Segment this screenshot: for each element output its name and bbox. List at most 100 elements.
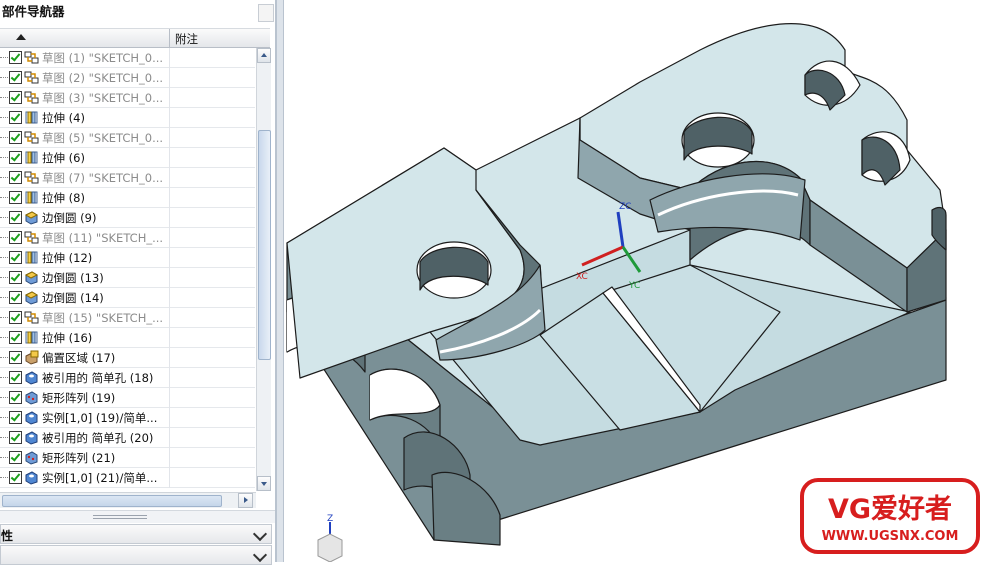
tree-row[interactable]: 草图 (3) "SKETCH_0... [0, 88, 255, 108]
tree-row[interactable]: 偏置区域 (17) [0, 348, 255, 368]
scroll-up-button[interactable] [257, 48, 271, 63]
row-column-divider [169, 168, 170, 188]
visibility-checkbox[interactable] [9, 251, 22, 264]
tree-row[interactable]: 草图 (5) "SKETCH_0... [0, 128, 255, 148]
visibility-checkbox[interactable] [9, 191, 22, 204]
properties-panel-title: 性 [1, 529, 14, 543]
horizontal-scroll-thumb[interactable] [2, 495, 222, 507]
zc-label: ZC [619, 202, 631, 212]
scroll-thumb[interactable] [258, 130, 271, 360]
visibility-checkbox[interactable] [9, 411, 22, 424]
note-column-header[interactable]: 附注 [175, 31, 198, 47]
tree-connector [0, 377, 8, 378]
visibility-checkbox[interactable] [9, 111, 22, 124]
row-column-divider [169, 368, 170, 388]
chevron-down-icon[interactable] [252, 526, 268, 542]
tree-row[interactable]: 草图 (1) "SKETCH_0... [0, 48, 255, 68]
tree-connector [0, 217, 8, 218]
tree-row[interactable]: 实例[1,0] (19)/简单... [0, 408, 255, 428]
tree-connector [0, 117, 8, 118]
tree-connector [0, 477, 8, 478]
row-column-divider [169, 348, 170, 368]
row-column-divider [169, 108, 170, 128]
visibility-checkbox[interactable] [9, 451, 22, 464]
tree-row[interactable]: 草图 (15) "SKETCH_... [0, 308, 255, 328]
tree-connector [0, 257, 8, 258]
visibility-checkbox[interactable] [9, 151, 22, 164]
tree-row[interactable]: 被引用的 简单孔 (18) [0, 368, 255, 388]
view-cube-icon[interactable] [317, 533, 343, 562]
visibility-checkbox[interactable] [9, 211, 22, 224]
watermark-url: WWW.UGSNX.COM [822, 529, 959, 544]
navigator-pin-button[interactable] [258, 4, 274, 22]
row-column-divider [169, 468, 170, 488]
tree-row[interactable]: 拉伸 (8) [0, 188, 255, 208]
tree-row[interactable]: 草图 (11) "SKETCH_... [0, 228, 255, 248]
visibility-checkbox[interactable] [9, 131, 22, 144]
tree-connector [0, 97, 8, 98]
tree-row[interactable]: 边倒圆 (13) [0, 268, 255, 288]
scroll-down-button[interactable] [257, 476, 271, 491]
visibility-checkbox[interactable] [9, 71, 22, 84]
visibility-checkbox[interactable] [9, 371, 22, 384]
tree-row[interactable]: 矩形阵列 (21) [0, 448, 255, 468]
hole-icon [24, 410, 39, 425]
tree-connector [0, 397, 8, 398]
tree-row[interactable]: 草图 (7) "SKETCH_0... [0, 168, 255, 188]
yc-label: YC [628, 281, 640, 291]
row-column-divider [169, 148, 170, 168]
visibility-checkbox[interactable] [9, 471, 22, 484]
tree-row[interactable]: 拉伸 (6) [0, 148, 255, 168]
tree-connector [0, 137, 8, 138]
tree-connector [0, 177, 8, 178]
tree-row[interactable]: 拉伸 (12) [0, 248, 255, 268]
visibility-checkbox[interactable] [9, 331, 22, 344]
row-column-divider [169, 288, 170, 308]
vertical-scrollbar[interactable] [256, 48, 271, 491]
visibility-checkbox[interactable] [9, 311, 22, 324]
visibility-checkbox[interactable] [9, 351, 22, 364]
tree-row[interactable]: 矩形阵列 (19) [0, 388, 255, 408]
visibility-checkbox[interactable] [9, 171, 22, 184]
tree-row[interactable]: 边倒圆 (9) [0, 208, 255, 228]
row-column-divider [169, 308, 170, 328]
visibility-checkbox[interactable] [9, 291, 22, 304]
tree-connector [0, 317, 8, 318]
extrude-icon [24, 250, 39, 265]
tree-row[interactable]: 被引用的 简单孔 (20) [0, 428, 255, 448]
scroll-right-button[interactable] [238, 493, 253, 508]
feature-label: 拉伸 (6) [42, 151, 85, 165]
tree-row[interactable]: 拉伸 (4) [0, 108, 255, 128]
tree-row[interactable]: 实例[1,0] (21)/简单... [0, 468, 255, 488]
splitter-grip[interactable] [93, 515, 147, 519]
sort-ascending-icon[interactable] [16, 34, 26, 40]
tree-row[interactable]: 草图 (2) "SKETCH_0... [0, 68, 255, 88]
second-panel-header[interactable] [0, 545, 272, 565]
chevron-down-icon[interactable] [252, 547, 268, 563]
pane-separator[interactable] [276, 0, 284, 562]
tree-row[interactable]: 边倒圆 (14) [0, 288, 255, 308]
feature-label: 拉伸 (12) [42, 251, 93, 265]
horizontal-scrollbar[interactable] [0, 492, 256, 508]
hole-icon [24, 430, 39, 445]
column-divider[interactable] [169, 29, 170, 48]
tree-row[interactable]: 拉伸 (16) [0, 328, 255, 348]
feature-label: 矩形阵列 (21) [42, 451, 116, 465]
pattern-icon [24, 390, 39, 405]
offset-region-icon [24, 350, 39, 365]
feature-label: 被引用的 简单孔 (18) [42, 371, 154, 385]
row-column-divider [169, 248, 170, 268]
tree-connector [0, 457, 8, 458]
visibility-checkbox[interactable] [9, 431, 22, 444]
visibility-checkbox[interactable] [9, 271, 22, 284]
feature-label: 拉伸 (4) [42, 111, 85, 125]
sketch-icon [24, 130, 39, 145]
visibility-checkbox[interactable] [9, 91, 22, 104]
panel-splitter[interactable] [0, 510, 275, 523]
visibility-checkbox[interactable] [9, 51, 22, 64]
visibility-checkbox[interactable] [9, 231, 22, 244]
hole-icon [24, 470, 39, 485]
tree-connector [0, 297, 8, 298]
properties-panel-header[interactable]: 性 [0, 524, 272, 544]
visibility-checkbox[interactable] [9, 391, 22, 404]
